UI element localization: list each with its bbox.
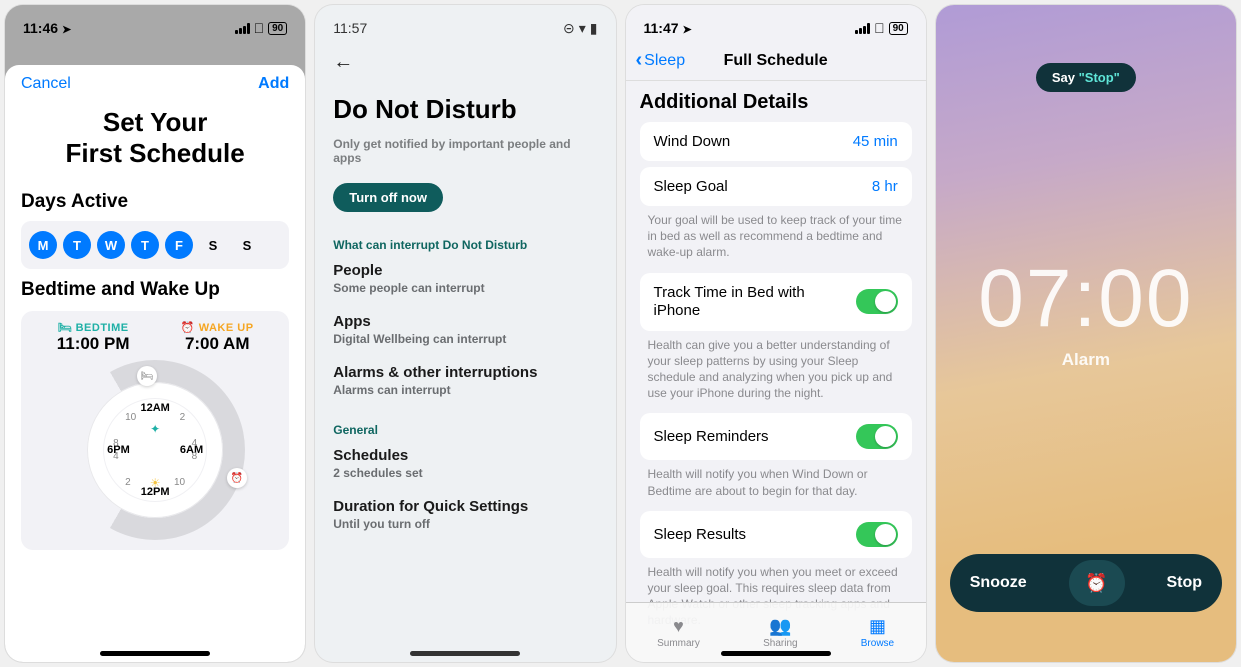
alarm-label: Alarm [1062,350,1110,370]
schedule-sheet: Cancel Add Set YourFirst Schedule Days A… [5,65,305,662]
sleep-reminders-note: Health will notify you when Wind Down or… [640,466,912,510]
home-indicator[interactable] [410,651,520,656]
sleep-results-row: Sleep Results [640,511,912,558]
day-friday[interactable]: F [165,231,193,259]
wifi-icon: 􀙇 [254,20,265,36]
setting-duration[interactable]: Duration for Quick Settings Until you tu… [333,498,597,531]
back-button[interactable]: ← [315,45,615,88]
sleep-results-switch[interactable] [856,522,898,547]
days-active-label: Days Active [21,191,289,213]
sleep-clock-dial[interactable]: 12AM 6AM 12PM 6PM 10 2 4 8 8 4 2 10 🛏 ⏰ … [65,360,245,540]
status-time: 11:46 ➤ [23,20,71,36]
bedtime-wakeup-label: Bedtime and Wake Up [21,279,289,301]
voice-hint: Say "Stop" [1036,63,1136,92]
status-bar: 11:47 ➤ 􀙇 90 [626,5,926,45]
ios-full-schedule-screen: 11:47 ➤ 􀙇 90 ‹Sleep Full Schedule Additi… [626,5,926,662]
wakeup-handle[interactable]: ⏰ [227,468,247,488]
track-time-row: Track Time in Bed with iPhone [640,273,912,331]
group-interrupt-label: What can interrupt Do Not Disturb [333,238,597,252]
setting-apps[interactable]: Apps Digital Wellbeing can interrupt [333,313,597,346]
page-title: Do Not Disturb [333,94,597,125]
location-icon: ➤ [62,24,71,36]
day-wednesday[interactable]: W [97,231,125,259]
setting-alarms[interactable]: Alarms & other interruptions Alarms can … [333,364,597,397]
wakeup-header: ⏰ WAKE UP [181,321,254,334]
cancel-button[interactable]: Cancel [21,75,71,93]
alarm-slider-handle[interactable]: ⏰ [1069,560,1125,606]
home-indicator[interactable] [100,651,210,656]
battery-icon: 90 [268,22,287,35]
nav-title: Full Schedule [724,52,828,70]
tab-summary[interactable]: ♥Summary [657,616,700,649]
back-button[interactable]: ‹Sleep [636,49,686,72]
sleep-goal-note: Your goal will be used to keep track of … [640,212,912,273]
tab-sharing[interactable]: 👥Sharing [763,616,797,649]
status-icons: 􀙇 90 [855,20,908,36]
location-icon: ➤ [682,24,691,36]
clock-icon: ⏰ [1085,573,1107,594]
cellular-icon [235,23,250,34]
snooze-button[interactable]: Snooze [970,574,1027,592]
page-subtitle: Only get notified by important people an… [333,137,597,165]
people-icon: 👥 [763,616,797,637]
stars-icon: ✦ [150,422,160,436]
dnd-icon: ⊝ [563,20,575,37]
wind-down-row[interactable]: Wind Down 45 min [640,122,912,161]
day-saturday[interactable]: S [199,231,227,259]
bedtime-header: 🛏 BEDTIME [57,321,130,334]
sleep-reminders-row: Sleep Reminders [640,413,912,460]
chevron-left-icon: ‹ [636,49,643,72]
status-bar: 11:57 ⊝ ▾ ▮ [315,5,615,45]
grid-icon: ▦ [861,616,894,637]
status-time: 11:47 ➤ [644,20,692,36]
alarm-controls: Snooze ⏰ Stop [950,554,1222,612]
turn-off-button[interactable]: Turn off now [333,183,443,212]
battery-icon: 90 [889,22,908,35]
tab-browse[interactable]: ▦Browse [861,616,894,649]
alarm-time: 07:00 [978,252,1193,346]
day-thursday[interactable]: T [131,231,159,259]
page-title: Set YourFirst Schedule [21,107,289,169]
bedtime-value: 11:00 PM [57,334,130,354]
android-alarm-screen: Say "Stop" 07:00 Alarm Snooze ⏰ Stop [936,5,1236,662]
section-header: Additional Details [640,91,912,114]
wind-down-value: 45 min [853,133,898,150]
status-icons: 􀙇 90 [235,20,288,36]
setting-people[interactable]: People Some people can interrupt [333,262,597,295]
clock-card: 🛏 BEDTIME 11:00 PM ⏰ WAKE UP 7:00 AM 12A… [21,311,289,550]
cellular-icon [855,23,870,34]
android-dnd-screen: 11:57 ⊝ ▾ ▮ ← Do Not Disturb Only get no… [315,5,615,662]
day-sunday[interactable]: S [233,231,261,259]
sleep-reminders-switch[interactable] [856,424,898,449]
sleep-goal-row[interactable]: Sleep Goal 8 hr [640,167,912,206]
stop-button[interactable]: Stop [1166,574,1202,592]
home-indicator[interactable] [721,651,831,656]
status-time: 11:57 [333,20,367,36]
wifi-icon: 􀙇 [874,20,885,36]
sun-icon: ☀ [150,476,161,490]
status-icons: ⊝ ▾ ▮ [563,20,597,37]
ios-sleep-schedule-screen: 11:46 ➤ 􀙇 90 Cancel Add Set YourFirst Sc… [5,5,305,662]
wakeup-value: 7:00 AM [181,334,254,354]
track-time-note: Health can give you a better understandi… [640,337,912,414]
track-time-switch[interactable] [856,289,898,314]
wifi-icon: ▾ [579,20,586,37]
battery-icon: ▮ [590,20,598,37]
days-row: M T W T F S S [21,221,289,269]
heart-icon: ♥ [657,616,700,637]
day-monday[interactable]: M [29,231,57,259]
sleep-goal-value: 8 hr [872,178,898,195]
status-bar: 11:46 ➤ 􀙇 90 [5,5,305,45]
clock-12am: 12AM [140,402,169,414]
setting-schedules[interactable]: Schedules 2 schedules set [333,447,597,480]
group-general-label: General [333,423,597,437]
nav-bar: ‹Sleep Full Schedule [626,45,926,81]
add-button[interactable]: Add [258,75,289,93]
day-tuesday[interactable]: T [63,231,91,259]
